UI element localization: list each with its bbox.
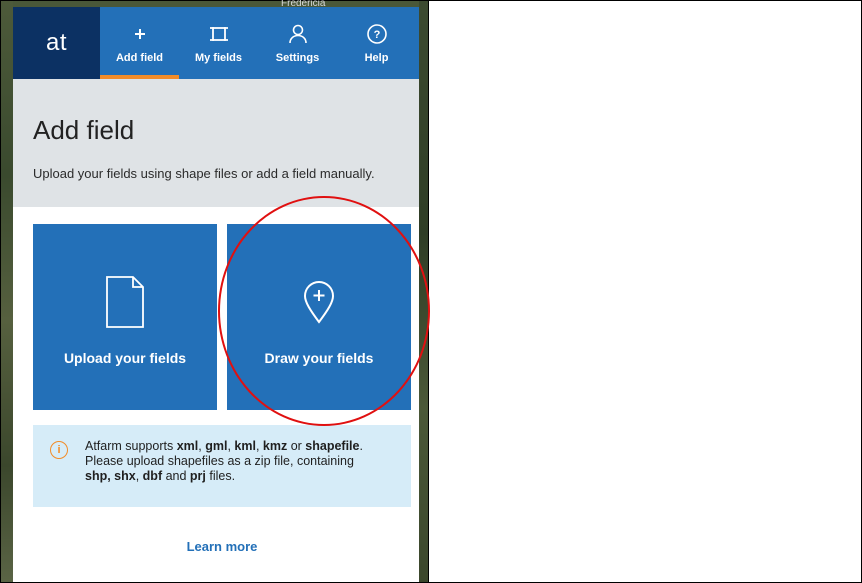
app-logo[interactable]: at <box>13 7 100 79</box>
annotation-circle <box>218 196 430 426</box>
supported-formats-notice: i Atfarm supports xml, gml, kml, kmz or … <box>33 425 411 507</box>
nav-label: Add field <box>115 52 164 64</box>
nav-add-field[interactable]: Add field <box>100 7 179 79</box>
user-icon <box>287 22 309 46</box>
upload-fields-button[interactable]: Upload your fields <box>33 224 217 410</box>
page-title: Add field <box>33 115 135 145</box>
info-icon: i <box>50 441 68 459</box>
page-subtitle: Upload your fields using shape files or … <box>33 166 375 181</box>
learn-more-link[interactable]: Learn more <box>13 539 431 554</box>
map-background[interactable] <box>1 1 13 582</box>
nav-help[interactable]: ? Help <box>337 7 416 79</box>
svg-text:?: ? <box>373 29 380 41</box>
top-nav: at Add field My fields Settings ? Help <box>13 7 419 79</box>
nav-label: Settings <box>275 52 320 64</box>
notice-line-1: Atfarm supports xml, gml, kml, kmz or sh… <box>85 439 363 453</box>
plus-icon <box>133 22 147 46</box>
nav-my-fields[interactable]: My fields <box>179 7 258 79</box>
file-icon <box>105 274 145 330</box>
page-header: Add field Upload your fields using shape… <box>13 79 419 207</box>
question-circle-icon: ? <box>366 22 388 46</box>
square-bracket-icon <box>208 22 230 46</box>
nav-settings[interactable]: Settings <box>258 7 337 79</box>
notice-line-3: shp, shx, dbf and prj files. <box>85 469 236 483</box>
notice-line-2: Please upload shapefiles as a zip file, … <box>85 454 354 468</box>
upload-fields-label: Upload your fields <box>63 350 187 366</box>
nav-label: Help <box>364 52 389 64</box>
nav-label: My fields <box>194 52 243 64</box>
